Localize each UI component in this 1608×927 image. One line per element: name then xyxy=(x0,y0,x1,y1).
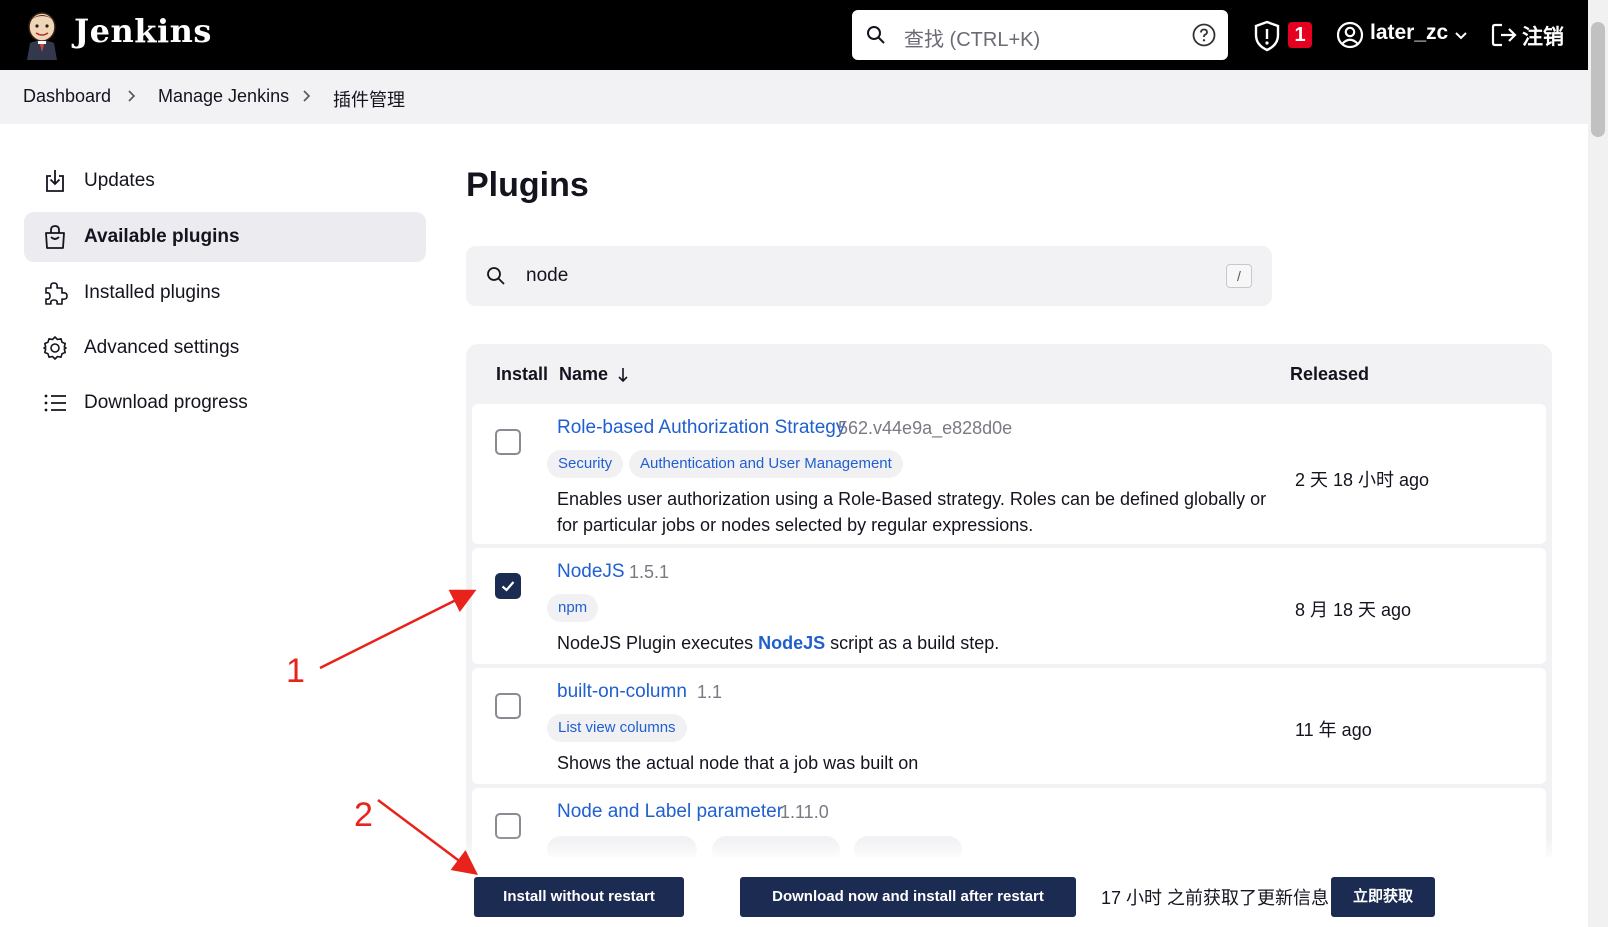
gear-icon xyxy=(43,336,67,360)
chevron-down-icon[interactable] xyxy=(1453,27,1469,43)
top-header: Jenkins 查找 (CTRL+K) 1 later_zc 注销 xyxy=(0,0,1588,70)
table-row: Role-based Authorization Strategy 562.v4… xyxy=(472,404,1546,544)
description-text: script as a build step. xyxy=(825,633,1000,653)
fetch-now-button[interactable]: 立即获取 xyxy=(1331,877,1435,917)
search-placeholder: 查找 (CTRL+K) xyxy=(904,29,1041,51)
checkmark-icon xyxy=(501,581,515,592)
sidebar-item-installed-plugins[interactable]: Installed plugins xyxy=(24,268,426,318)
column-header-released[interactable]: Released xyxy=(1290,364,1369,385)
security-shield-icon[interactable] xyxy=(1253,20,1281,52)
annotation-label-2: 2 xyxy=(354,796,373,834)
plugin-tag[interactable]: Authentication and User Management xyxy=(629,450,903,478)
sidebar-item-label: Updates xyxy=(84,170,155,191)
install-checkbox[interactable] xyxy=(495,693,521,719)
plugin-version: 562.v44e9a_e828d0e xyxy=(838,418,1013,438)
sidebar-item-advanced-settings[interactable]: Advanced settings xyxy=(24,323,426,373)
chevron-right-icon xyxy=(128,90,136,102)
plugin-search-input[interactable]: node / xyxy=(466,246,1272,306)
column-header-name[interactable]: Name xyxy=(559,364,608,385)
annotation-label-1: 1 xyxy=(286,652,305,690)
search-shortcut-hint: / xyxy=(1226,264,1252,288)
plugin-name-link[interactable]: NodeJS xyxy=(557,561,625,583)
plugin-description: NodeJS Plugin executes NodeJS script as … xyxy=(557,630,1269,656)
download-icon xyxy=(46,170,64,192)
plugin-name-link[interactable]: built-on-column xyxy=(557,681,687,703)
sidebar-item-label: Available plugins xyxy=(84,226,240,247)
user-avatar-icon[interactable] xyxy=(1336,21,1364,49)
release-date: 11 年 ago xyxy=(1295,720,1372,740)
table-row: NodeJS 1.5.1 npm NodeJS Plugin executes … xyxy=(472,548,1546,664)
sidebar-item-label: Installed plugins xyxy=(84,282,221,303)
breadcrumb-dashboard[interactable]: Dashboard xyxy=(23,86,111,107)
plugin-tag[interactable]: npm xyxy=(547,594,599,622)
install-without-restart-button[interactable]: Install without restart xyxy=(474,877,684,917)
description-text: NodeJS Plugin executes xyxy=(557,633,759,653)
description-highlight: NodeJS xyxy=(758,633,826,653)
plugin-tag[interactable]: List view columns xyxy=(547,714,687,742)
plugin-name-link[interactable]: Role-based Authorization Strategy xyxy=(557,417,845,439)
sidebar-item-updates[interactable]: Updates xyxy=(24,156,426,206)
help-icon[interactable] xyxy=(1192,23,1216,47)
sidebar-item-label: Advanced settings xyxy=(84,337,240,358)
list-icon xyxy=(44,394,66,412)
chevron-right-icon xyxy=(303,90,311,102)
update-info-text: 17 小时 之前获取了更新信息 xyxy=(1101,888,1330,908)
brand-title[interactable]: Jenkins xyxy=(74,12,212,50)
download-install-after-restart-button[interactable]: Download now and install after restart xyxy=(740,877,1076,917)
plugin-search-value[interactable]: node xyxy=(526,265,568,287)
table-row: built-on-column 1.1 List view columns Sh… xyxy=(472,668,1546,784)
install-checkbox[interactable] xyxy=(495,813,521,839)
plugin-actions-bar: Install without restart Download now and… xyxy=(466,857,1566,927)
plugin-version: 1.11.0 xyxy=(780,802,829,822)
logout-icon[interactable] xyxy=(1490,21,1518,49)
search-icon xyxy=(867,26,885,44)
breadcrumb-plugin-management[interactable]: 插件管理 xyxy=(333,86,405,112)
plugin-description: Enables user authorization using a Role-… xyxy=(557,489,1267,535)
search-icon xyxy=(487,267,505,285)
user-name[interactable]: later_zc xyxy=(1370,21,1448,45)
column-header-install: Install xyxy=(496,364,549,384)
plugin-version: 1.5.1 xyxy=(629,562,670,582)
annotation-arrow-2 xyxy=(377,799,478,875)
jenkins-logo-icon[interactable] xyxy=(22,10,62,60)
sort-down-arrow-icon[interactable] xyxy=(616,367,630,383)
global-search-input[interactable]: 查找 (CTRL+K) xyxy=(852,10,1228,60)
security-badge[interactable]: 1 xyxy=(1288,22,1312,48)
release-date: 2 天 18 小时 ago xyxy=(1295,470,1430,490)
install-checkbox[interactable] xyxy=(495,429,521,455)
page-title: Plugins xyxy=(466,166,589,204)
sidebar-item-available-plugins[interactable]: Available plugins xyxy=(24,212,426,262)
breadcrumb-manage-jenkins[interactable]: Manage Jenkins xyxy=(158,86,289,107)
plugin-name-link[interactable]: Node and Label parameter xyxy=(557,801,783,823)
release-date: 8 月 18 天 ago xyxy=(1295,600,1412,620)
breadcrumb: Dashboard Manage Jenkins 插件管理 xyxy=(0,70,1588,124)
install-checkbox[interactable] xyxy=(495,573,521,599)
plugin-tag[interactable]: Security xyxy=(547,450,624,478)
scrollbar-thumb[interactable] xyxy=(1591,22,1605,137)
sidebar-item-download-progress[interactable]: Download progress xyxy=(24,378,426,428)
annotation-arrow-1 xyxy=(319,589,477,670)
logout-link[interactable]: 注销 xyxy=(1522,21,1564,51)
puzzle-icon xyxy=(45,282,68,305)
plugins-table: Install Name Released Role-based Authori… xyxy=(466,344,1552,927)
plugin-description: Shows the actual node that a job was bui… xyxy=(557,753,919,773)
shopping-bag-icon xyxy=(45,225,65,249)
sidebar-item-label: Download progress xyxy=(84,392,248,413)
page-scrollbar[interactable] xyxy=(1588,0,1608,927)
plugin-version: 1.1 xyxy=(697,682,723,702)
